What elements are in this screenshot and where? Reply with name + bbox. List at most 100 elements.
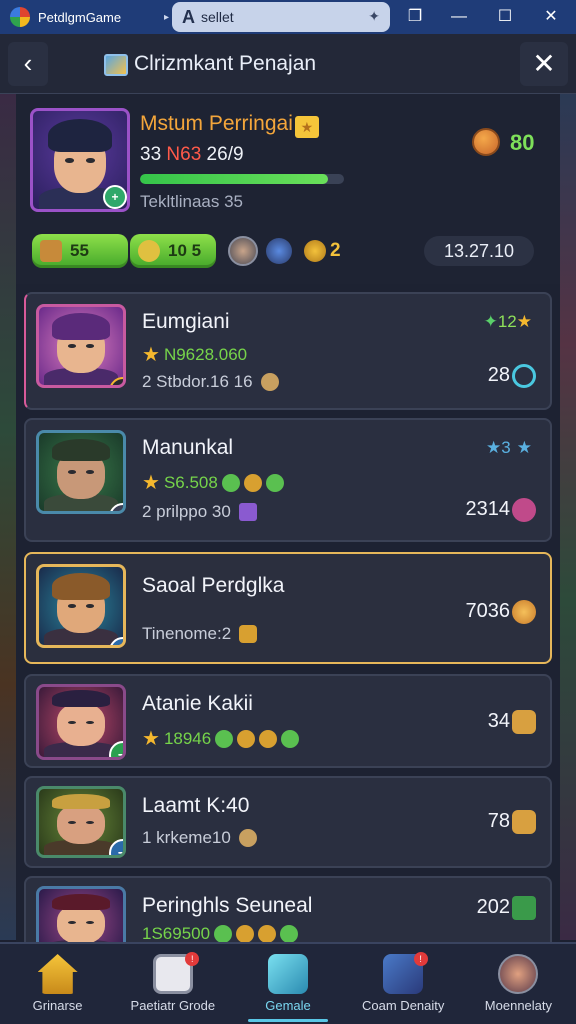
header-book-icon [104,54,128,76]
coin-icon [472,128,500,156]
stats-suffix: 26/9 [201,144,244,165]
pin-icon[interactable]: ✦ [368,8,380,25]
coin-icon [243,473,262,492]
restore-icon[interactable]: ❐ [404,6,426,28]
maximize-button[interactable]: ☐ [494,6,516,28]
nav-game-label: Gemale [265,998,311,1013]
resource-pill-gem[interactable]: 10 5 [130,234,216,268]
leaf-icon[interactable] [512,896,536,920]
notification-badge: ! [185,952,200,966]
player-value: 78 [487,810,510,832]
profile-avatar[interactable]: + [30,108,130,212]
player-avatar: ➜ [36,684,126,760]
bottom-navigation: Grinarse ! Paetiatr Grode Gemale ! Coam … [0,942,576,1024]
score-pill: 13.27.10 [424,236,534,266]
profile-stats: 33 N63 26/9 [140,144,244,166]
app-logo-icon [10,7,30,27]
coin-icon [258,925,277,942]
star-icon: ★ [142,344,160,366]
gem-icon [214,925,233,942]
player-line2: ★ S6.508 [142,470,284,495]
player-line2-value: 18946 [163,728,212,748]
background-edge-right [560,90,576,940]
window-close-button[interactable]: ✕ [540,6,562,28]
profile-name: Mstum Perringai ★ [140,112,319,138]
player-name: Peringhls Seuneal [142,894,313,917]
player-value: 28 [487,364,510,386]
level-up-icon: + [103,185,127,209]
player-name: Saoal Perdglka [142,574,285,597]
player-avatar: ➜ [36,786,126,858]
coin-icon [237,729,256,748]
home-icon [37,954,78,994]
star-icon: ★ [142,472,160,494]
coin-icon [259,729,278,748]
player-avatar [36,886,126,942]
gem-icon [281,729,300,748]
coin-icon [236,925,255,942]
player-avatar: ➜ [36,564,126,648]
player-value: 2314 [465,498,511,520]
tab-chevron-icon[interactable]: ▸ [164,12,169,23]
ore-icon[interactable] [512,710,536,734]
content-panel: + Mstum Perringai ★ 33 N63 26/9 Tekltlina… [16,94,560,942]
profile-subtitle: Tekltlinaas 35 [140,192,244,211]
player-top-right: ✦12★ [483,312,532,331]
gift-icon[interactable] [512,498,536,522]
resource-pill-wood[interactable]: 55 [32,234,128,268]
player-top-right: ★3 ★ [486,438,532,457]
wrench-icon [238,829,257,847]
nav-community[interactable]: ! Coam Denaity [346,944,461,1024]
medal-icon[interactable] [512,600,536,624]
address-tab[interactable]: A sellet ✦ [172,2,390,32]
list-item[interactable]: ➜ Atanie Kakii ★ 18946 34 [24,674,552,768]
nav-profile-label: Moennelaty [484,998,553,1013]
background-edge-left [0,90,16,940]
resource-pill-wood-value: 55 [70,241,89,260]
ore-icon[interactable] [512,810,536,834]
list-item[interactable]: ↗ Manunkal ★ S6.508 2 prilppo 30 ★3★ 231… [24,418,552,542]
back-button[interactable]: ‹ [8,42,48,86]
nav-profile[interactable]: Moennelaty [461,944,576,1024]
crown-icon: ★ [294,116,319,138]
star-icon: ★ [142,728,160,750]
friend-avatar-icon[interactable] [228,236,258,266]
profile-icon [498,954,539,994]
notification-badge: ! [413,952,428,966]
list-item-selected[interactable]: ➜ Saoal Perdglka Tinenome:2 7036 [24,552,552,664]
nav-community-label: Coam Denaity [362,998,445,1013]
player-name: Eumgiani [142,310,230,333]
stats-prefix: 33 [140,144,167,165]
player-line2: 1S69500 [142,924,299,942]
player-value: 7036 [465,600,511,622]
player-sub-text: 2 prilppo 30 [142,502,231,521]
gem-icon [221,473,240,492]
nav-inbox[interactable]: ! Paetiatr Grode [115,944,230,1024]
player-top-right-value: 3 [501,438,511,457]
xp-progress-bar [140,174,344,184]
globe-icon[interactable] [266,238,292,264]
list-item[interactable]: ➜ Laamt K:40 1 krkeme10 78 [24,776,552,868]
nav-inbox-label: Paetiatr Grode [130,998,216,1013]
cube-icon [268,954,308,994]
window-titlebar: PetdlgmGame ▸ A sellet ✦ ❐ — ☐ ✕ [0,0,576,34]
list-item[interactable]: ⭡ Eumgiani ★ N9628.060 2 Stbdor.16 16 ✦1… [24,292,552,410]
minimize-button[interactable]: — [448,6,470,28]
player-line2: ★ N9628.060 [142,342,247,367]
chest-icon [239,625,258,643]
nav-home[interactable]: Grinarse [0,944,115,1024]
player-value: 34 [487,710,510,732]
stats-highlight: N63 [166,144,202,165]
tab-title: sellet [201,9,234,25]
player-name: Manunkal [142,436,234,459]
nav-game[interactable]: Gemale [230,944,345,1024]
list-item[interactable]: Peringhls Seuneal 1S69500 202 [24,876,552,942]
resource-pill-gem-value: 10 5 [168,241,202,260]
active-tab-indicator [248,1019,328,1022]
close-button[interactable]: ✕ [520,42,568,86]
player-avatar: ↗ [36,430,126,514]
player-top-right-value: 12 [497,312,517,331]
player-name: Laamt K:40 [142,794,250,817]
clock-icon[interactable] [512,364,536,388]
player-line2-value: N9628.060 [163,344,248,364]
